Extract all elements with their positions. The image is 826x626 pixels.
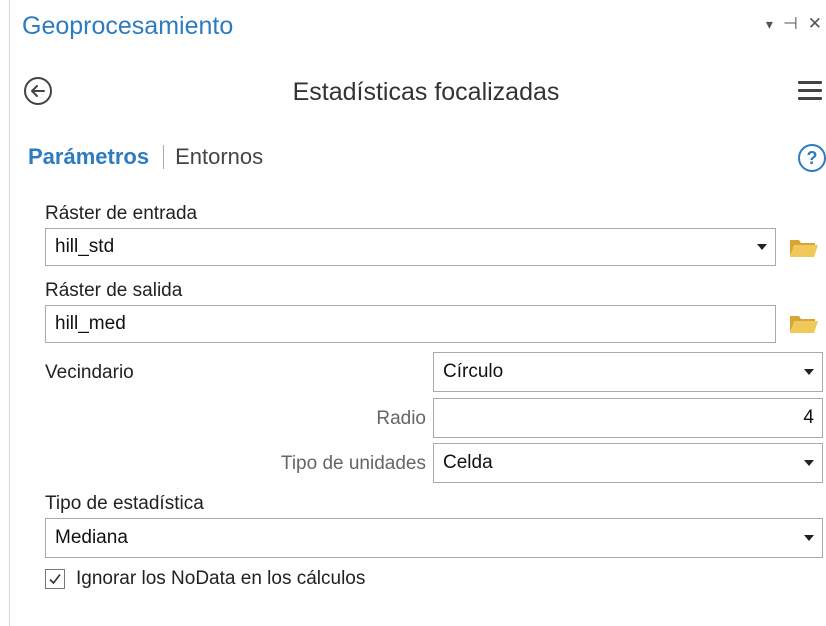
folder-open-icon[interactable] (789, 312, 819, 334)
pane-dropdown-icon[interactable]: ▾ (766, 14, 773, 34)
ignore-nodata-checkbox[interactable] (45, 569, 65, 589)
neighborhood-value: Círculo (443, 361, 504, 382)
chevron-down-icon (804, 369, 814, 375)
tab-parametros[interactable]: Parámetros (28, 144, 149, 170)
folder-open-icon[interactable] (789, 236, 819, 258)
tab-bar: Parámetros Entornos (28, 144, 263, 170)
output-raster-label: Ráster de salida (45, 280, 183, 301)
units-type-select[interactable]: Celda (433, 443, 823, 483)
neighborhood-select[interactable]: Círculo (433, 352, 823, 392)
pane-controls: ▾ ⊣ ✕ (766, 14, 822, 34)
tool-title: Estadísticas focalizadas (292, 78, 560, 106)
input-raster-label: Ráster de entrada (45, 203, 198, 224)
input-raster-field[interactable]: hill_std (45, 228, 776, 266)
ignore-nodata-label[interactable]: Ignorar los NoData en los cálculos (76, 568, 365, 590)
input-raster-value: hill_std (55, 236, 115, 257)
checkmark-icon (49, 574, 61, 585)
output-raster-value: hill_med (55, 313, 126, 334)
pin-icon[interactable]: ⊣ (783, 14, 798, 34)
output-raster-field[interactable]: hill_med (45, 305, 776, 343)
units-type-label: Tipo de unidades (280, 453, 426, 474)
hamburger-menu-icon[interactable] (798, 81, 822, 101)
statistic-type-label: Tipo de estadística (45, 493, 204, 514)
radius-label: Radio (376, 408, 426, 429)
radius-value: 4 (803, 407, 814, 428)
units-type-value: Celda (443, 452, 493, 473)
chevron-down-icon (757, 244, 767, 250)
geoprocessing-pane: Geoprocesamiento ▾ ⊣ ✕ Estadísticas foca… (0, 0, 826, 626)
chevron-down-icon (804, 535, 814, 541)
tab-entornos[interactable]: Entornos (175, 144, 263, 170)
statistic-type-select[interactable]: Mediana (45, 518, 823, 558)
tab-divider (163, 145, 165, 169)
statistic-type-value: Mediana (55, 527, 128, 548)
help-icon[interactable]: ? (798, 144, 826, 172)
radius-field[interactable]: 4 (433, 398, 823, 438)
close-icon[interactable]: ✕ (808, 14, 822, 34)
pane-title: Geoprocesamiento (22, 12, 234, 40)
neighborhood-label: Vecindario (45, 362, 134, 383)
chevron-down-icon (804, 460, 814, 466)
